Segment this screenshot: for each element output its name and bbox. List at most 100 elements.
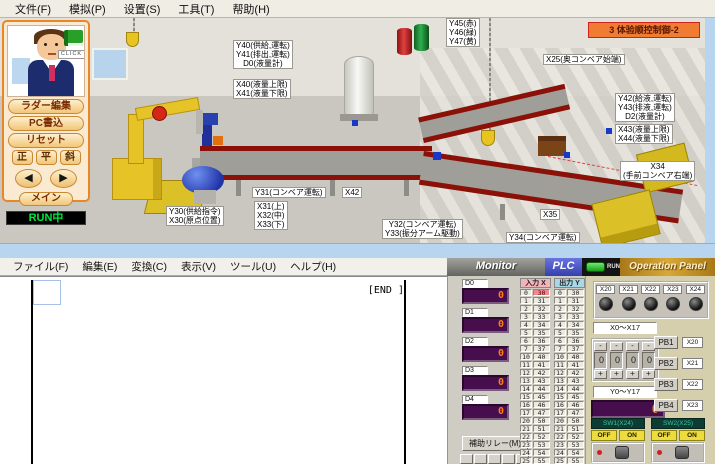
push-button[interactable] [599,297,613,311]
arrow-right-button[interactable]: ▶ [50,169,77,188]
scene-label-line: X41(液量下限) [236,89,288,98]
ladder-menu-item[interactable]: 編集(E) [75,258,124,275]
output-row: 333 [554,313,585,320]
output-row: 1040 [554,353,585,360]
view-button[interactable]: 斜 [60,150,81,165]
thumbwheel-digit: 0 [610,352,623,369]
operation-panel: X20X21X22X23X24 X0〜X17 -0+-0+-0+-0+ Y0〜Y… [585,276,715,464]
output-row: 535 [554,329,585,336]
scene-label: Y45(赤)Y46(緑)Y47(黄) [446,18,480,47]
scene-label-line: X25(奥コンベア始端) [546,55,622,64]
output-row: 1343 [554,377,585,384]
input-cell: 53 [533,441,550,448]
ladder-menu-item[interactable]: ツール(U) [223,258,283,275]
io-tables: 入力 X030131232333434535636737104011411242… [520,278,585,464]
ladder-left-bus [31,280,33,464]
pb-button[interactable]: PB3 [654,378,678,391]
input-row: 1545 [520,393,551,400]
conveyor-leg [236,180,241,196]
input-row: 232 [520,305,551,312]
monitor-panel: D00D10D20D30D40 補助リレー(M) 入力 X03013123233… [447,276,585,464]
push-button[interactable] [622,297,636,311]
thumbwheel-minus-button[interactable]: - [610,342,623,351]
pb-group-PB2: PB2 X21 [654,357,703,370]
input-cell: 12 [520,369,532,376]
pb-button[interactable]: PB2 [654,357,678,370]
thumbwheel-minus-button[interactable]: - [594,342,607,351]
aux-relay-button[interactable]: 補助リレー(M) [462,436,528,451]
menu-item[interactable]: 工具(T) [169,0,223,18]
ladder-menu-item[interactable]: ヘルプ(H) [283,258,343,275]
thumbwheel-1: -0+ [610,342,624,380]
input-row: 535 [520,329,551,336]
pb-tag: X21 [682,358,703,369]
sidebar-buttons: ラダー編集 PC書込リセット [4,99,88,148]
pb-button[interactable]: PB1 [654,336,678,349]
app-background [705,18,715,243]
push-button[interactable] [666,297,680,311]
junction-sensor [433,152,441,160]
register-display: 0 [462,346,509,362]
output-cell: 2 [554,305,566,312]
scene-label-line: X35 [543,210,557,219]
output-cell: 53 [567,441,584,448]
arrow-buttons: ◀ ▶ [4,169,88,188]
output-row: 131 [554,297,585,304]
output-cell: 12 [554,369,566,376]
page-button[interactable] [460,454,473,464]
view-button[interactable]: 正 [12,150,33,165]
menu-item[interactable]: 文件(F) [6,0,60,18]
scene-label-line: Y34(コンベア運転) [509,233,577,242]
pb-group-PB3: PB3X22 [654,378,703,391]
avatar-mouth [48,53,56,55]
ladder-menu-item[interactable]: 表示(V) [174,258,223,275]
toggle-switch[interactable] [651,442,705,463]
thumbwheel-plus-button[interactable]: + [626,370,639,379]
sidebar-button[interactable]: ラダー編集 [8,99,84,114]
menu-item[interactable]: 帮助(H) [223,0,278,18]
page-button[interactable] [502,454,515,464]
page-button[interactable] [488,454,501,464]
scene-label: X42 [342,187,362,198]
output-row: 030 [554,289,585,296]
pb-button[interactable]: PB4 [654,399,678,412]
input-cell: 33 [533,313,550,320]
toggle-switch[interactable] [591,442,645,463]
thumbwheel-plus-button[interactable]: + [594,370,607,379]
view-button[interactable]: 平 [36,150,57,165]
thumbwheel-minus-button[interactable]: - [626,342,639,351]
register-name: D3 [462,366,488,375]
input-cell: 3 [520,313,532,320]
scene-label: Y42(給液,運転)Y43(排液,運転)D2(液量計) [615,93,675,122]
output-cell: 10 [554,353,566,360]
input-row: 2252 [520,433,551,440]
sidebar-button[interactable]: PC書込 [8,116,84,131]
ladder-canvas[interactable]: [END ] [0,276,447,464]
operation-panel-header: Operation Panel [620,258,715,276]
output-cell: 0 [554,289,566,296]
thumbwheel-plus-button[interactable]: + [610,370,623,379]
output-cell: 51 [567,425,584,432]
crane-hook-left [126,32,139,47]
main-button[interactable]: メイン [19,192,73,206]
output-row: 1747 [554,409,585,416]
menu-item[interactable]: 设置(S) [115,0,170,18]
scene-label-line: X40(液量上限) [236,80,288,89]
push-button[interactable] [689,297,703,311]
sidebar-button[interactable]: リセット [8,133,84,148]
run-status: RUN中 [6,211,86,225]
sidebar-panel: CLICK ラダー編集PC書込リセット 正平斜 ◀ ▶ メイン RUN中 [2,20,90,202]
push-button[interactable] [644,297,658,311]
input-cell: 42 [533,369,550,376]
output-cell: 7 [554,345,566,352]
menu-item[interactable]: 模拟(P) [60,0,115,18]
page-button[interactable] [474,454,487,464]
arrow-left-button[interactable]: ◀ [15,169,42,188]
drum-stand [194,190,216,204]
ladder-menu-item[interactable]: 変換(C) [124,258,174,275]
switch-onoff-labels: OFFON [651,430,705,441]
ladder-menu-item[interactable]: ファイル(F) [6,258,75,275]
scene-label: X25(奥コンベア始端) [543,54,625,65]
push-button-X21: X21 [619,285,639,317]
output-cell: 20 [554,417,566,424]
